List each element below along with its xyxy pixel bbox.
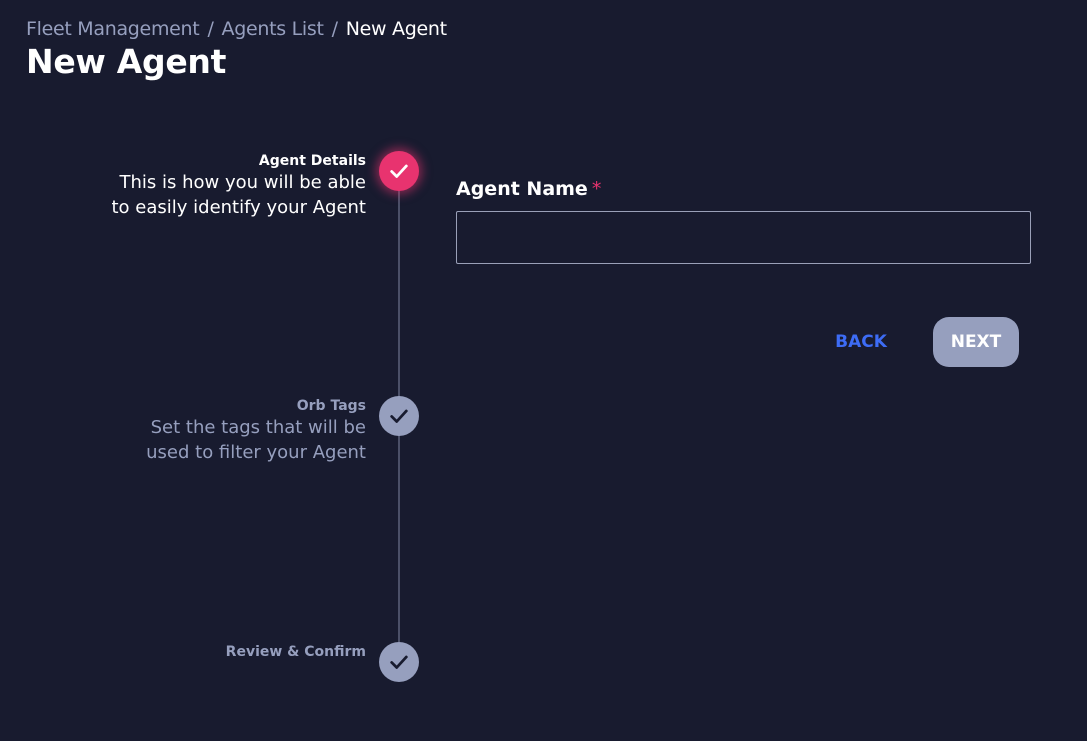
breadcrumb-agents-list[interactable]: Agents List <box>222 18 324 40</box>
step-description: to easily identify your Agent <box>111 197 367 218</box>
step-review-confirm[interactable]: Review & Confirm <box>226 643 366 661</box>
stepper-connector <box>398 190 400 397</box>
agent-name-input[interactable] <box>456 211 1031 264</box>
step-orb-tags[interactable]: Orb Tags Set the tags that will be used … <box>146 397 366 465</box>
step-description: Set the tags that will be <box>150 417 366 438</box>
step-orb-tags-indicator[interactable] <box>379 396 419 436</box>
step-review-confirm-indicator[interactable] <box>379 642 419 682</box>
step-agent-details[interactable]: Agent Details This is how you will be ab… <box>112 152 367 220</box>
step-agent-details-indicator[interactable] <box>379 151 419 191</box>
next-button[interactable]: NEXT <box>933 317 1019 367</box>
breadcrumb-fleet-management[interactable]: Fleet Management <box>26 18 200 40</box>
breadcrumb-separator: / <box>207 18 214 40</box>
step-title: Orb Tags <box>296 398 366 414</box>
agent-name-label-text: Agent Name <box>456 178 588 200</box>
step-title: Agent Details <box>258 153 366 169</box>
breadcrumb: Fleet Management / Agents List / New Agent <box>26 17 447 41</box>
step-description: used to filter your Agent <box>146 442 366 463</box>
stepper-connector <box>398 434 400 642</box>
breadcrumb-current: New Agent <box>345 18 447 40</box>
agent-name-label: Agent Name * <box>456 177 601 201</box>
new-agent-page: Fleet Management / Agents List / New Agent N… <box>0 0 1087 741</box>
required-marker: * <box>591 178 602 200</box>
page-title: New Agent <box>26 42 227 81</box>
check-icon <box>390 409 408 423</box>
check-icon <box>390 655 408 669</box>
back-button[interactable]: BACK <box>821 317 901 367</box>
breadcrumb-separator: / <box>331 18 338 40</box>
step-title: Review & Confirm <box>225 644 366 660</box>
check-icon <box>390 164 408 178</box>
step-description: This is how you will be able <box>119 172 366 193</box>
